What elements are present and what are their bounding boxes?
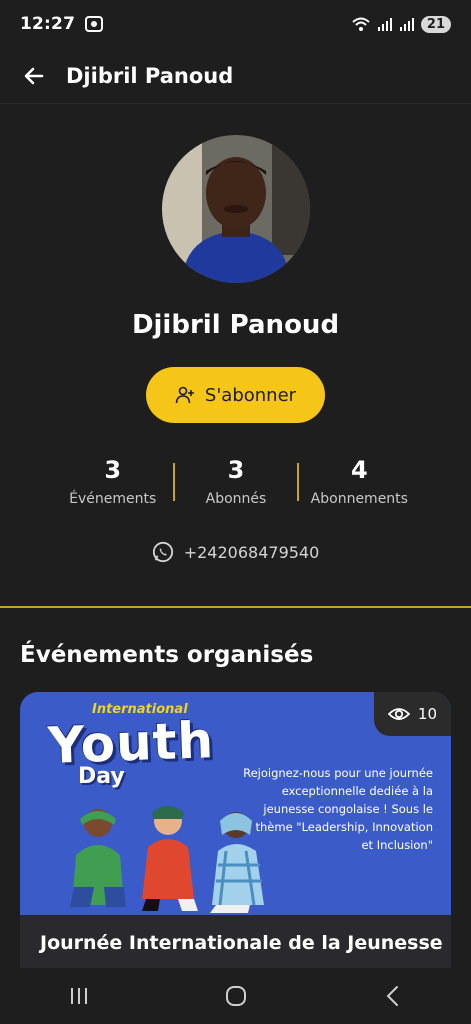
battery-indicator: 21 <box>420 15 451 33</box>
system-nav-bar <box>0 968 471 1024</box>
phone-row[interactable]: +242068479540 <box>0 541 471 563</box>
eye-icon <box>387 708 410 720</box>
home-icon <box>225 986 246 1006</box>
user-plus-icon <box>175 386 194 404</box>
status-time: 12:27 <box>20 14 76 34</box>
back-nav-button[interactable] <box>363 976 423 1016</box>
event-title: Journée Internationale de la Jeunesse <box>40 932 443 954</box>
views-badge: 10 <box>373 692 451 736</box>
stat-following[interactable]: 4 Abonnements <box>299 455 420 515</box>
whatsapp-icon <box>152 541 173 563</box>
views-count: 10 <box>417 705 437 723</box>
phone-number: +242068479540 <box>183 542 320 562</box>
stat-events[interactable]: 3 Événements <box>52 455 173 515</box>
status-bar: 12:27 21 <box>0 0 471 48</box>
screenshot-icon <box>85 16 104 32</box>
profile-name: Djibril Panoud <box>131 310 340 340</box>
back-button[interactable] <box>20 62 48 90</box>
page-title: Djibril Panoud <box>66 63 234 88</box>
stat-label: Abonnés <box>205 491 267 507</box>
stat-label: Événements <box>69 491 157 507</box>
subscribe-label: S'abonner <box>204 384 297 406</box>
chevron-left-icon <box>386 986 398 1006</box>
section-title: Événements organisés <box>20 642 314 668</box>
status-icons: 21 <box>351 15 451 33</box>
avatar <box>162 135 310 283</box>
event-card[interactable]: International Youth Day Rejoignez-nous p… <box>20 692 451 972</box>
stat-followers[interactable]: 3 Abonnés <box>175 455 296 515</box>
stat-value: 3 <box>104 456 122 484</box>
youth-illustration <box>70 806 264 913</box>
banner-title: Youth <box>47 711 216 775</box>
profile-stats: 3 Événements 3 Abonnés 4 Abonnements <box>52 455 420 515</box>
stat-value: 3 <box>227 456 245 484</box>
section-divider <box>0 606 471 608</box>
stat-label: Abonnements <box>310 491 408 507</box>
event-banner: International Youth Day Rejoignez-nous p… <box>20 692 451 915</box>
subscribe-button[interactable]: S'abonner <box>146 367 325 423</box>
signal-icon <box>377 16 393 32</box>
signal-icon-2 <box>399 16 415 32</box>
wifi-icon <box>351 16 371 32</box>
recent-apps-button[interactable] <box>49 976 109 1016</box>
stat-value: 4 <box>350 456 368 484</box>
recent-apps-icon <box>70 988 87 1004</box>
banner-day: Day <box>78 764 125 789</box>
arrow-left-icon <box>24 67 44 84</box>
home-button[interactable] <box>206 976 266 1016</box>
app-bar: Djibril Panoud <box>0 48 471 104</box>
